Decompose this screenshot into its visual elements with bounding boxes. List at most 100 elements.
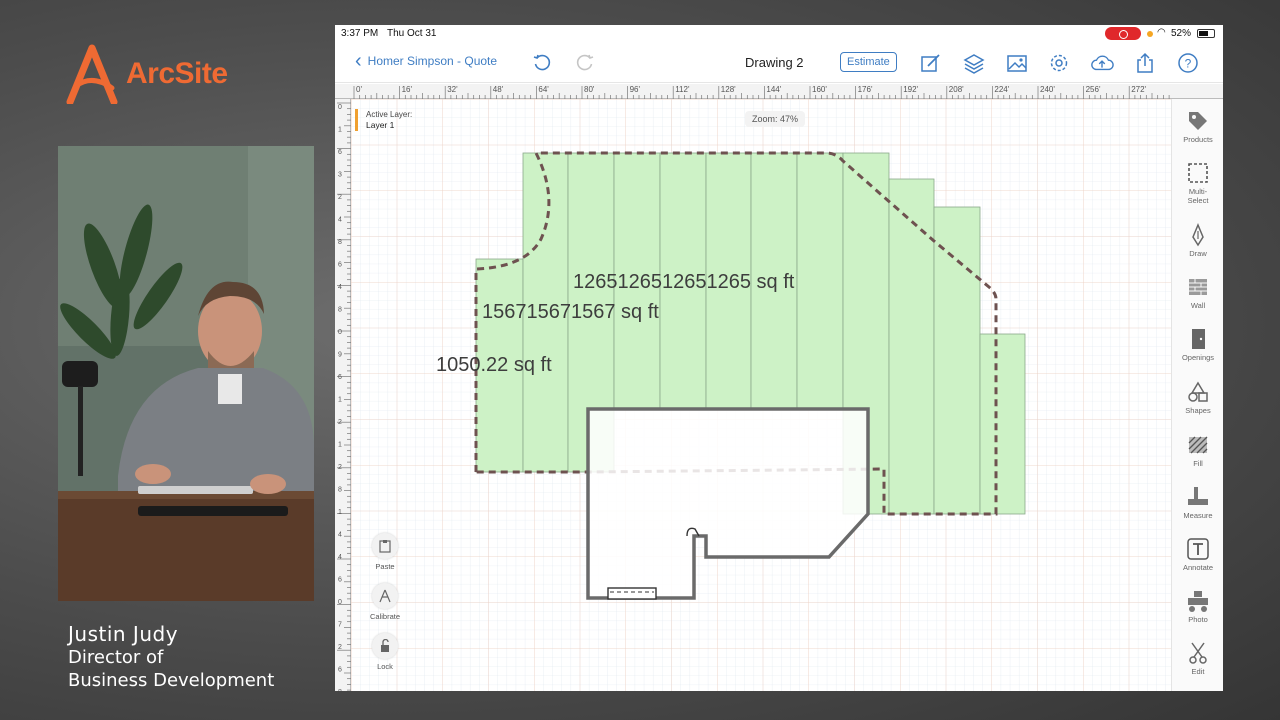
tool-photo[interactable]: Photo <box>1172 589 1223 624</box>
edit-button[interactable] <box>919 51 943 75</box>
calibrate-button[interactable]: Calibrate <box>365 583 405 621</box>
status-date: Thu Oct 31 <box>387 28 437 39</box>
svg-text:?: ? <box>1185 57 1192 71</box>
paste-label: Paste <box>375 562 395 571</box>
image-button[interactable] <box>1005 51 1029 75</box>
ruler-top-label: 240' <box>1040 85 1055 94</box>
brick-wall-icon <box>1189 279 1207 295</box>
area-label-top[interactable]: 1265126512651265 sq ft <box>573 271 795 293</box>
share-button[interactable] <box>1133 51 1157 75</box>
active-layer-label: Active Layer: <box>366 110 413 119</box>
ruler-left-label: 0 <box>338 329 342 336</box>
mic-indicator-icon <box>1147 31 1153 37</box>
lock-button[interactable]: Lock <box>365 633 405 671</box>
drawing-canvas[interactable]: 1265126512651265 sq ft 156715671567 sq f… <box>351 99 1171 691</box>
ruler-top-label: 224' <box>994 85 1009 94</box>
scissors-icon <box>1189 642 1207 664</box>
tool-shapes[interactable]: Shapes <box>1172 380 1223 415</box>
measure-icon <box>1188 487 1208 505</box>
ruler-top-label: 0' <box>356 85 362 94</box>
ruler-top-label: 64' <box>538 85 549 94</box>
tool-fill[interactable]: Fill <box>1172 433 1223 468</box>
tool-label: Edit <box>1191 667 1205 676</box>
ruler-left-label: 1 <box>338 397 342 404</box>
active-layer-indicator[interactable]: Active Layer: Layer 1 <box>355 109 412 131</box>
redo-button[interactable] <box>573 51 597 75</box>
ruler-top-label: 160' <box>812 85 827 94</box>
lock-label: Lock <box>377 662 393 671</box>
arcsite-logo-icon <box>66 44 118 104</box>
presenter-name: Justin Judy <box>68 622 179 646</box>
presenter-caption: Justin Judy Director of Business Develop… <box>68 622 274 692</box>
tool-label: Multi- Select <box>1187 187 1209 205</box>
ruler-left-label: 8 <box>338 487 342 494</box>
ruler-left-label: 8 <box>338 307 342 314</box>
ruler-left-label: 2 <box>338 194 342 201</box>
tool-label: Photo <box>1188 615 1208 624</box>
layers-icon <box>963 54 985 74</box>
tool-edit[interactable]: Edit <box>1172 641 1223 676</box>
status-bar: 3:37 PM Thu Oct 31 ◠ 52% <box>335 25 1223 43</box>
ruler-left-label: 2 <box>338 644 342 651</box>
tool-measure[interactable]: Measure <box>1172 485 1223 520</box>
clipboard-icon <box>379 540 391 553</box>
ruler-left: 016324864809612128144607268 <box>335 99 351 691</box>
ruler-top-label: 80' <box>584 85 595 94</box>
arcsite-logo: ArcSite <box>66 44 228 104</box>
compass-icon <box>379 589 391 603</box>
tool-wall[interactable]: Wall <box>1172 275 1223 310</box>
ruler-left-label: 6 <box>338 374 342 381</box>
screen-recording-indicator[interactable] <box>1105 27 1141 40</box>
ruler-left-label: 4 <box>338 554 342 561</box>
ruler-top-label: 128' <box>721 85 736 94</box>
tool-annotate[interactable]: Annotate <box>1172 537 1223 572</box>
ruler-top-label: 256' <box>1086 85 1101 94</box>
settings-button[interactable] <box>1047 51 1071 75</box>
back-button[interactable]: ‹ Homer Simpson - Quote <box>355 51 498 71</box>
ruler-left-label: 2 <box>338 419 342 426</box>
calibrate-label: Calibrate <box>369 612 400 621</box>
camera-icon <box>1188 591 1208 612</box>
help-button[interactable]: ? <box>1176 51 1200 75</box>
cloud-upload-button[interactable] <box>1090 51 1114 75</box>
ruler-top-label: 16' <box>402 85 413 94</box>
tool-products[interactable]: Products <box>1172 109 1223 144</box>
tool-label: Shapes <box>1185 406 1211 415</box>
tool-openings[interactable]: Openings <box>1172 327 1223 362</box>
area-label-mid[interactable]: 156715671567 sq ft <box>482 301 659 323</box>
tool-label: Products <box>1183 135 1213 144</box>
zoom-indicator: Zoom: 47% <box>745 111 806 127</box>
ruler-left-label: 4 <box>338 284 342 291</box>
ruler-top-label: 192' <box>903 85 918 94</box>
tool-label: Draw <box>1189 249 1207 258</box>
ruler-top-label: 176' <box>858 85 873 94</box>
area-label-left[interactable]: 1050.22 sq ft <box>436 354 552 376</box>
presenter-title-line2: Business Development <box>68 670 275 691</box>
multiselect-icon <box>1188 163 1208 183</box>
paste-button[interactable]: Paste <box>365 533 405 571</box>
back-label: Homer Simpson - Quote <box>367 54 498 68</box>
image-icon <box>1007 55 1027 72</box>
ruler-left-label: 1 <box>338 509 342 516</box>
pen-icon <box>1192 223 1204 247</box>
ruler-left-label: 4 <box>338 217 342 224</box>
tool-multi-select[interactable]: Multi- Select <box>1172 161 1223 205</box>
ruler-left-label: 1 <box>338 127 342 134</box>
door-opening[interactable] <box>607 587 657 600</box>
estimate-button[interactable]: Estimate <box>840 52 897 72</box>
edit-icon <box>921 54 940 72</box>
undo-button[interactable] <box>530 51 554 75</box>
share-icon <box>1137 52 1153 73</box>
layers-button[interactable] <box>962 51 986 75</box>
wifi-icon: ◠ <box>1157 27 1166 38</box>
tool-palette: Products Multi- Select Draw Wall Opening… <box>1171 99 1223 691</box>
ruler-left-label: 9 <box>338 352 342 359</box>
undo-icon <box>533 54 551 71</box>
ipad-app: 3:37 PM Thu Oct 31 ◠ 52% ‹ Homer Simpson… <box>335 25 1223 691</box>
tool-draw[interactable]: Draw <box>1172 223 1223 258</box>
hatch-icon <box>1188 436 1208 454</box>
redo-icon <box>576 54 594 71</box>
shapes-icon <box>1188 381 1208 402</box>
ruler-left-label: 6 <box>338 667 342 674</box>
nav-bar: ‹ Homer Simpson - Quote Drawing 2 Estima… <box>335 43 1223 83</box>
